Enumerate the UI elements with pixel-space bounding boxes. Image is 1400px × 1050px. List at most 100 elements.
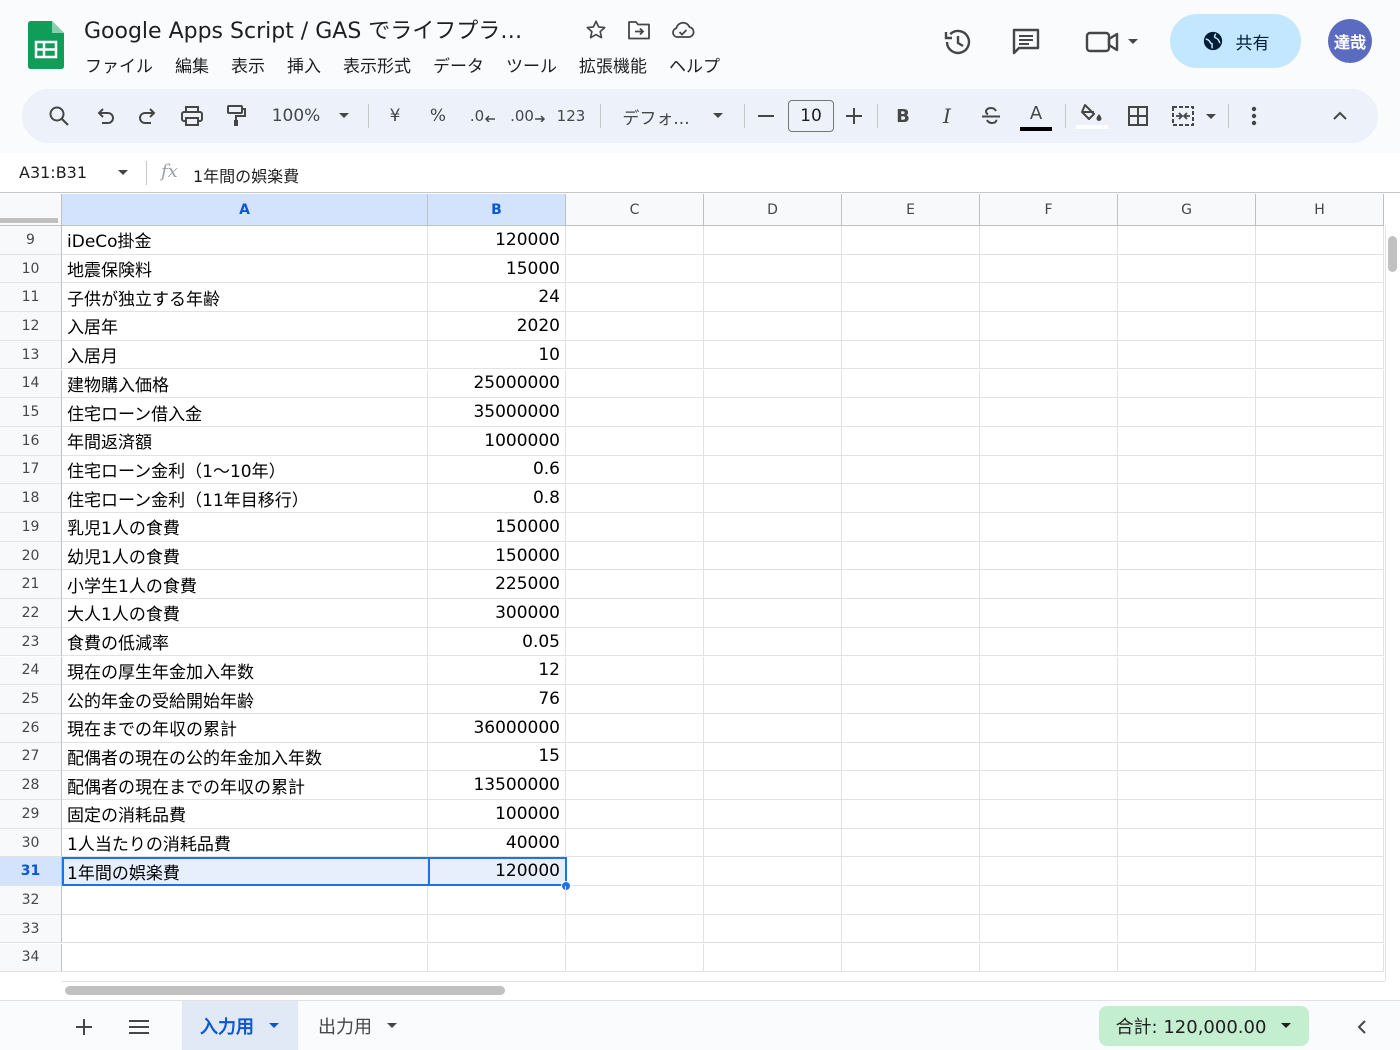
- cell-e11[interactable]: [842, 283, 980, 313]
- cell-d17[interactable]: [704, 455, 842, 485]
- currency-format-button[interactable]: ¥: [382, 89, 408, 143]
- cell-d34[interactable]: [704, 943, 842, 973]
- cell-h12[interactable]: [1256, 312, 1384, 341]
- sheet-tab-dropdown-icon[interactable]: [386, 1022, 398, 1030]
- menu-help[interactable]: ヘルプ: [658, 50, 731, 79]
- cell-c32[interactable]: [566, 886, 704, 915]
- cell-c13[interactable]: [566, 340, 704, 370]
- cell-d26[interactable]: [704, 713, 842, 743]
- cell-b24[interactable]: 12: [428, 656, 566, 686]
- menu-file[interactable]: ファイル: [74, 50, 164, 79]
- cell-g32[interactable]: [1118, 886, 1256, 915]
- share-button[interactable]: 共有: [1170, 14, 1301, 68]
- cell-a20[interactable]: 幼児1人の食費: [62, 541, 428, 571]
- spreadsheet-grid[interactable]: ABCDEFGH 9 iDeCo掛金 120000 10 地震保険料 15000 11 子供が…: [0, 194, 1400, 1000]
- menu-extensions[interactable]: 拡張機能: [568, 50, 658, 79]
- cell-f21[interactable]: [980, 570, 1118, 600]
- cell-h25[interactable]: [1256, 685, 1384, 714]
- cell-g27[interactable]: [1118, 742, 1256, 772]
- bold-button[interactable]: B: [890, 89, 916, 143]
- cell-c12[interactable]: [566, 312, 704, 341]
- cell-a21[interactable]: 小学生1人の食費: [62, 570, 428, 600]
- cell-e28[interactable]: [842, 771, 980, 800]
- cell-d9[interactable]: [704, 226, 842, 255]
- cell-e33[interactable]: [842, 914, 980, 944]
- select-all-corner[interactable]: [0, 194, 62, 226]
- cell-b16[interactable]: 1000000: [428, 426, 566, 456]
- row-header[interactable]: 10: [0, 254, 62, 284]
- menu-data[interactable]: データ: [422, 50, 495, 79]
- cell-c9[interactable]: [566, 226, 704, 255]
- redo-icon[interactable]: [133, 89, 163, 143]
- cell-f11[interactable]: [980, 283, 1118, 313]
- more-options-icon[interactable]: [1242, 89, 1266, 143]
- column-header-a[interactable]: A: [62, 194, 428, 226]
- cell-e32[interactable]: [842, 886, 980, 915]
- cell-d24[interactable]: [704, 656, 842, 686]
- cell-c19[interactable]: [566, 513, 704, 542]
- font-size-increase-icon[interactable]: [843, 89, 865, 143]
- menu-insert[interactable]: 挿入: [276, 50, 332, 79]
- cell-d30[interactable]: [704, 828, 842, 858]
- cell-f22[interactable]: [980, 599, 1118, 628]
- merge-cells-icon[interactable]: [1168, 89, 1224, 143]
- collapse-side-panel-icon[interactable]: [1350, 1015, 1374, 1039]
- cell-a14[interactable]: 建物購入価格: [62, 369, 428, 399]
- comments-icon[interactable]: [1006, 22, 1046, 62]
- column-header-d[interactable]: D: [704, 194, 842, 226]
- cell-d32[interactable]: [704, 886, 842, 915]
- cell-d20[interactable]: [704, 541, 842, 571]
- meet-video-icon[interactable]: [1082, 22, 1142, 62]
- cell-e17[interactable]: [842, 455, 980, 485]
- horizontal-scrollbar[interactable]: [62, 981, 1385, 1000]
- cell-f28[interactable]: [980, 771, 1118, 800]
- font-size-decrease-icon[interactable]: [755, 89, 777, 143]
- cell-g14[interactable]: [1118, 369, 1256, 399]
- cell-b27[interactable]: 15: [428, 742, 566, 772]
- cell-g17[interactable]: [1118, 455, 1256, 485]
- text-color-button[interactable]: A: [1019, 89, 1053, 143]
- cell-g15[interactable]: [1118, 398, 1256, 427]
- row-header[interactable]: 34: [0, 943, 62, 973]
- cell-a25[interactable]: 公的年金の受給開始年齢: [62, 685, 428, 714]
- cell-e21[interactable]: [842, 570, 980, 600]
- cell-g22[interactable]: [1118, 599, 1256, 628]
- cell-f24[interactable]: [980, 656, 1118, 686]
- cell-g16[interactable]: [1118, 426, 1256, 456]
- zoom-dropdown-icon[interactable]: [334, 89, 354, 143]
- number-format-button[interactable]: 123: [555, 89, 587, 143]
- cell-b20[interactable]: 150000: [428, 541, 566, 571]
- add-sheet-icon[interactable]: [70, 1013, 98, 1041]
- cell-d21[interactable]: [704, 570, 842, 600]
- row-header[interactable]: 15: [0, 398, 62, 427]
- sheet-tab-input[interactable]: 入力用: [182, 1001, 298, 1050]
- borders-icon[interactable]: [1124, 89, 1152, 143]
- cell-f30[interactable]: [980, 828, 1118, 858]
- sheet-tab-output[interactable]: 出力用: [300, 1001, 416, 1050]
- cell-d33[interactable]: [704, 914, 842, 944]
- row-header[interactable]: 16: [0, 426, 62, 456]
- cell-a28[interactable]: 配偶者の現在までの年収の累計: [62, 771, 428, 800]
- cell-g31[interactable]: [1118, 857, 1256, 887]
- font-family-select[interactable]: デフォ...: [618, 89, 694, 143]
- cell-b18[interactable]: 0.8: [428, 484, 566, 513]
- cell-g23[interactable]: [1118, 627, 1256, 657]
- cell-e13[interactable]: [842, 340, 980, 370]
- cell-e18[interactable]: [842, 484, 980, 513]
- row-header[interactable]: 24: [0, 656, 62, 686]
- cell-a10[interactable]: 地震保険料: [62, 254, 428, 284]
- cell-h13[interactable]: [1256, 340, 1384, 370]
- cell-c10[interactable]: [566, 254, 704, 284]
- cell-e9[interactable]: [842, 226, 980, 255]
- cell-e30[interactable]: [842, 828, 980, 858]
- cell-c20[interactable]: [566, 541, 704, 571]
- cell-c11[interactable]: [566, 283, 704, 313]
- cell-g24[interactable]: [1118, 656, 1256, 686]
- cell-c31[interactable]: [566, 857, 704, 887]
- cell-a22[interactable]: 大人1人の食費: [62, 599, 428, 628]
- cell-h32[interactable]: [1256, 886, 1384, 915]
- row-header[interactable]: 12: [0, 312, 62, 341]
- frozen-row-handle[interactable]: [0, 218, 58, 223]
- cell-d15[interactable]: [704, 398, 842, 427]
- search-menus-icon[interactable]: [44, 89, 74, 143]
